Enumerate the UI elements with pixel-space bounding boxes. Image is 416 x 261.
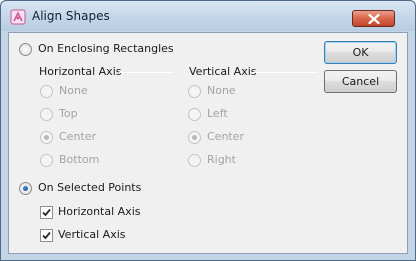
close-icon	[368, 14, 380, 24]
cancel-button[interactable]: Cancel	[324, 70, 397, 93]
points-vertical-axis-checkbox[interactable]	[40, 229, 53, 242]
horizontal-axis-group-title: Horizontal Axis	[39, 65, 122, 78]
v-right-label: Right	[207, 153, 236, 166]
vertical-axis-divider	[252, 72, 318, 73]
h-none-label: None	[59, 84, 88, 97]
dialog-client-area: On Enclosing Rectangles Horizontal Axis …	[8, 32, 408, 254]
window-title: Align Shapes	[32, 9, 110, 23]
h-bottom-label: Bottom	[59, 153, 100, 166]
h-bottom-radio[interactable]	[40, 154, 53, 167]
h-top-label: Top	[59, 107, 78, 120]
v-none-label: None	[207, 84, 236, 97]
points-vertical-axis-label[interactable]: Vertical Axis	[58, 228, 126, 242]
vertical-axis-group-title: Vertical Axis	[189, 65, 257, 78]
enclosing-rectangles-radio[interactable]	[19, 43, 32, 56]
enclosing-rectangles-label[interactable]: On Enclosing Rectangles	[38, 42, 174, 56]
horizontal-axis-divider	[119, 72, 173, 73]
selected-points-label[interactable]: On Selected Points	[38, 181, 141, 195]
points-horizontal-axis-label[interactable]: Horizontal Axis	[58, 205, 140, 219]
v-left-label: Left	[207, 107, 228, 120]
h-top-radio[interactable]	[40, 108, 53, 121]
selected-points-radio[interactable]	[19, 182, 32, 195]
title-bar[interactable]: Align Shapes	[1, 1, 415, 31]
v-right-radio[interactable]	[188, 154, 201, 167]
close-button[interactable]	[352, 10, 395, 27]
checkmark-icon	[42, 231, 51, 240]
checkmark-icon	[42, 208, 51, 217]
ok-button[interactable]: OK	[324, 41, 397, 64]
v-center-radio[interactable]	[188, 131, 201, 144]
app-icon	[10, 9, 26, 25]
h-center-label: Center	[59, 130, 97, 143]
align-shapes-dialog: Align Shapes On Enclosing Rectangles Hor…	[0, 0, 416, 261]
v-center-label: Center	[207, 130, 245, 143]
v-none-radio[interactable]	[188, 85, 201, 98]
h-none-radio[interactable]	[40, 85, 53, 98]
points-horizontal-axis-checkbox[interactable]	[40, 206, 53, 219]
v-left-radio[interactable]	[188, 108, 201, 121]
h-center-radio[interactable]	[40, 131, 53, 144]
